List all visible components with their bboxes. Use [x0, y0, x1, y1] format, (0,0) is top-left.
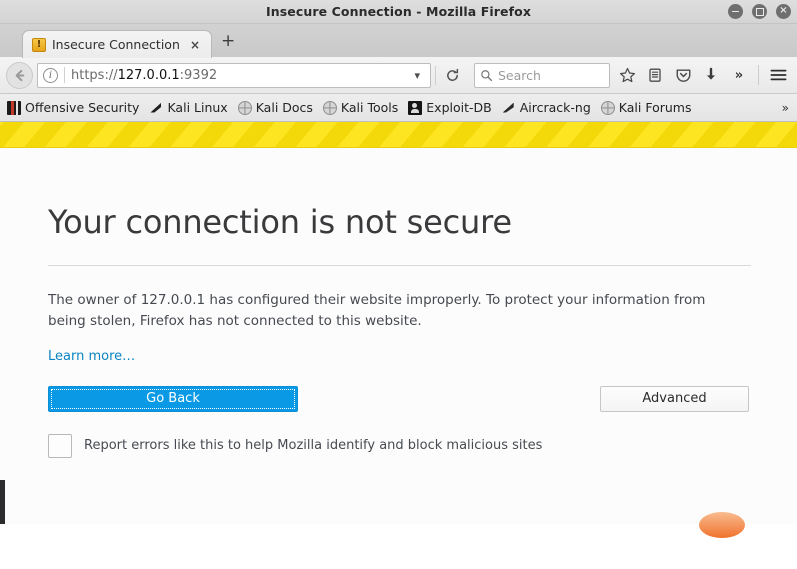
bookmark-exploit-db[interactable]: Exploit-DB — [403, 98, 496, 117]
tab-strip: ! Insecure Connection × + — [0, 24, 797, 58]
aircrack-icon — [502, 101, 516, 115]
advanced-button[interactable]: Advanced — [600, 385, 749, 412]
bookmark-label: Kali Tools — [340, 100, 399, 115]
error-description: The owner of 127.0.0.1 has configured th… — [48, 292, 706, 329]
title-divider — [48, 265, 751, 266]
back-button[interactable] — [6, 61, 33, 89]
bookmark-kali-forums[interactable]: Kali Forums — [596, 98, 697, 117]
window-titlebar: Insecure Connection - Mozilla Firefox × — [0, 0, 797, 24]
maximize-icon — [755, 7, 764, 16]
globe-icon — [600, 100, 615, 115]
maximize-button[interactable] — [752, 4, 767, 19]
bookmark-kali-linux[interactable]: Kali Linux — [144, 98, 232, 117]
kali-dragon-icon — [149, 101, 163, 115]
pocket-icon[interactable] — [670, 62, 696, 88]
bookmark-label: Kali Docs — [255, 100, 313, 115]
tab-insecure-connection[interactable]: ! Insecure Connection × — [22, 30, 212, 58]
bookmark-label: Kali Forums — [618, 100, 692, 115]
offensive-security-icon — [7, 100, 21, 115]
url-port: :9392 — [179, 67, 218, 83]
button-row: Go Back Advanced — [48, 385, 749, 412]
report-errors-row: Report errors like this to help Mozilla … — [48, 433, 751, 458]
overflow-chevrons-icon[interactable]: » — [726, 62, 752, 88]
bookmark-label: Kali Linux — [167, 100, 228, 115]
library-icon[interactable] — [642, 62, 668, 88]
bookmark-label: Offensive Security — [25, 100, 140, 115]
tab-close-icon[interactable]: × — [187, 38, 203, 52]
site-info-icon[interactable]: i — [43, 67, 58, 83]
minimize-icon — [732, 10, 739, 13]
search-placeholder: Search — [498, 67, 541, 83]
report-errors-label: Report errors like this to help Mozilla … — [84, 438, 543, 454]
close-icon: × — [779, 5, 788, 16]
firefox-logo-partial-icon — [699, 512, 745, 538]
window-title: Insecure Connection - Mozilla Firefox — [265, 4, 532, 19]
window-controls: × — [728, 0, 791, 23]
search-box[interactable]: Search — [474, 62, 610, 88]
globe-icon — [237, 100, 252, 115]
tab-title: Insecure Connection — [52, 37, 180, 52]
bookmark-label: Exploit-DB — [426, 100, 492, 115]
bookmark-kali-tools[interactable]: Kali Tools — [318, 98, 403, 117]
window-edge-sliver — [0, 480, 5, 524]
new-tab-button[interactable]: + — [212, 33, 244, 53]
bookmark-aircrack-ng[interactable]: Aircrack-ng — [497, 98, 596, 117]
page-title: Your connection is not secure — [48, 203, 512, 241]
error-page: Your connection is not secure The owner … — [0, 148, 797, 538]
go-back-button[interactable]: Go Back — [48, 385, 298, 412]
reload-button[interactable] — [440, 63, 464, 88]
report-errors-checkbox[interactable] — [48, 433, 72, 458]
bookmark-kali-docs[interactable]: Kali Docs — [233, 98, 318, 117]
minimize-button[interactable] — [728, 4, 743, 19]
toolbar-divider — [435, 65, 436, 85]
warning-favicon-glyph: ! — [36, 38, 42, 50]
learn-more-link[interactable]: Learn more… — [48, 349, 135, 364]
close-button[interactable]: × — [776, 4, 791, 19]
warning-favicon-icon: ! — [32, 37, 46, 52]
bookmarks-toolbar: Offensive Security Kali Linux Kali Docs … — [0, 94, 797, 122]
url-separator — [64, 67, 65, 83]
bookmarks-overflow-icon[interactable]: » — [782, 101, 789, 115]
bookmark-label: Aircrack-ng — [519, 100, 591, 115]
insecure-warning-stripe — [0, 122, 797, 148]
hamburger-menu-icon[interactable] — [765, 62, 791, 88]
url-text: https://127.0.0.1:9392 — [71, 68, 408, 83]
exploit-db-icon — [408, 100, 423, 115]
toolbar-icon-group: » — [614, 62, 791, 88]
url-bar[interactable]: i https://127.0.0.1:9392 ▾ — [37, 62, 431, 88]
bookmark-star-icon[interactable] — [614, 62, 640, 88]
globe-icon — [322, 100, 337, 115]
url-dropdown-chevron-icon[interactable]: ▾ — [408, 69, 426, 82]
navigation-toolbar: i https://127.0.0.1:9392 ▾ Search » — [0, 57, 797, 94]
search-icon — [481, 69, 493, 81]
bookmark-offensive-security[interactable]: Offensive Security — [2, 98, 144, 117]
toolbar-divider-2 — [758, 65, 759, 85]
url-host: 127.0.0.1 — [117, 67, 180, 83]
downloads-icon[interactable] — [698, 62, 724, 88]
url-scheme: https:// — [71, 67, 118, 83]
